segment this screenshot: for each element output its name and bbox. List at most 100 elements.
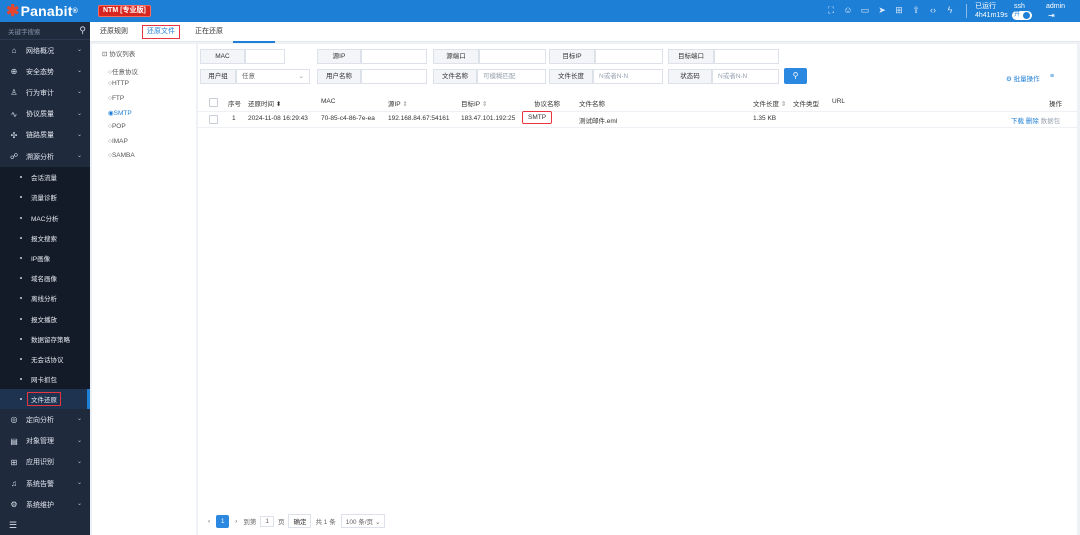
system-maintenance-icon: ⚙: [10, 500, 18, 510]
layout-icon[interactable]: ⊞: [894, 5, 904, 15]
behavior-audit-icon: ♙: [10, 88, 18, 98]
sidebar-subitem-5[interactable]: 域名画像: [0, 268, 90, 288]
sidebar-subitem-10[interactable]: 网卡抓包: [0, 369, 90, 389]
sidebar-subitem-4[interactable]: IP画像: [0, 248, 90, 268]
goto-confirm-button[interactable]: 确定: [288, 514, 312, 528]
sidebar-subitem-8[interactable]: 数据留存策略: [0, 329, 90, 349]
next-page-icon[interactable]: ›: [235, 518, 237, 525]
col-time[interactable]: 还原时间 ⬍: [248, 98, 281, 108]
col-src-ip[interactable]: 源IP ⇕: [388, 98, 408, 108]
protocol-item-任意协议[interactable]: ○任意协议: [108, 66, 138, 76]
sort-icon: ⇕: [402, 101, 408, 108]
upload-icon[interactable]: ⇪: [911, 5, 921, 15]
tab-restored-files[interactable]: 还原文件: [142, 25, 180, 39]
book-icon[interactable]: ▭: [860, 5, 870, 15]
page-size-select[interactable]: 100 条/页 ⌄: [340, 514, 386, 528]
sidebar-group-network-overview[interactable]: ⌂ 网络概况 ⌄: [0, 40, 90, 61]
protocol-item-pop[interactable]: ○POP: [108, 123, 126, 130]
src-ip-filter-input[interactable]: [361, 49, 427, 64]
sidebar-group-directional-analysis[interactable]: ◎ 定向分析 ⌄: [0, 409, 90, 430]
sidebar-group-system-alarm[interactable]: ♫ 系统告警 ⌄: [0, 473, 90, 494]
status-code-filter-label: 状态码: [668, 69, 712, 84]
user-name-filter-input[interactable]: [361, 69, 427, 84]
column-settings-icon[interactable]: ≡: [1050, 73, 1054, 80]
sidebar-group-system-maintenance[interactable]: ⚙ 系统维护 ⌄: [0, 494, 90, 515]
sidebar-subitem-11[interactable]: 文件还原: [0, 389, 90, 410]
sidebar: 关键字搜索 ⚲ ⌂ 网络概况 ⌄ ⊕ 安全态势 ⌄ ♙ 行为审计 ⌄ ∿ 协议质量 ⌄ ✣ 链路质量 ⌄ ☍ 溯…: [0, 22, 90, 535]
tab-restoring[interactable]: 正在还原: [195, 25, 223, 39]
dst-ip-filter-input[interactable]: [595, 49, 663, 64]
send-icon[interactable]: ➤: [877, 5, 887, 15]
app-recognition-icon: ⊞: [10, 457, 18, 467]
mac-filter-input[interactable]: [245, 49, 285, 64]
menu-collapse-icon[interactable]: ☰: [9, 520, 17, 531]
protocol-list-label: 协议列表: [109, 51, 136, 58]
file-length-filter-input[interactable]: N或者N-N: [593, 69, 663, 84]
sidebar-group-protocol-quality[interactable]: ∿ 协议质量 ⌄: [0, 104, 90, 125]
packet-link[interactable]: 数据包: [1041, 118, 1061, 125]
sidebar-subitem-label: 流量诊断: [31, 195, 57, 203]
page-number-current[interactable]: 1: [216, 514, 230, 528]
chat-icon[interactable]: ☺: [843, 5, 853, 15]
col-file-size[interactable]: 文件长度 ⇕: [753, 98, 786, 108]
ssh-label: ssh: [1014, 3, 1025, 10]
code-icon[interactable]: ‹›: [928, 5, 938, 15]
col-protocol: 协议名称: [534, 101, 560, 108]
download-link[interactable]: 下载: [1011, 118, 1024, 125]
row-checkbox[interactable]: [209, 115, 218, 124]
sidebar-subitem-9[interactable]: 无会话协议: [0, 349, 90, 369]
active-tab-indicator: [233, 41, 275, 43]
select-all-checkbox[interactable]: [209, 98, 218, 107]
search-icon[interactable]: ⚲: [79, 25, 86, 36]
delete-link[interactable]: 删除: [1026, 118, 1039, 125]
sidebar-group-security-situation[interactable]: ⊕ 安全态势 ⌄: [0, 61, 90, 82]
col-file-type: 文件类型: [793, 101, 819, 108]
status-code-filter-input[interactable]: N或者N-N: [712, 69, 779, 84]
src-port-filter-input[interactable]: [479, 49, 546, 64]
col-dst-ip[interactable]: 目标IP ⇕: [461, 98, 487, 108]
file-name-filter-label: 文件名称: [433, 69, 477, 84]
sidebar-subitem-0[interactable]: 会话流量: [0, 167, 90, 187]
table-row[interactable]: 1 2024-11-08 16:29:43 70-85-c4-86-7e-ea …: [198, 111, 1077, 128]
batch-ops-link[interactable]: ⚙ 批量操作: [1006, 73, 1040, 83]
sidebar-subitem-7[interactable]: 报文播放: [0, 308, 90, 328]
logout-icon[interactable]: ⇥: [1048, 11, 1055, 20]
goto-label: 到第: [243, 519, 257, 526]
sidebar-group-object-management[interactable]: ▤ 对象管理 ⌄: [0, 431, 90, 452]
protocol-item-samba[interactable]: ○SAMBA: [108, 152, 135, 159]
search-button[interactable]: ⚲: [784, 68, 807, 84]
protocol-item-http[interactable]: ○HTTP: [108, 80, 129, 87]
tab-restore-rules[interactable]: 还原规则: [100, 25, 128, 39]
fullscreen-icon[interactable]: ⛶: [826, 5, 836, 15]
sidebar-search[interactable]: 关键字搜索 ⚲: [0, 22, 90, 40]
protocol-item-smtp[interactable]: ◉SMTP: [108, 109, 132, 117]
cell-time: 2024-11-08 16:29:43: [248, 115, 308, 122]
user-group-select[interactable]: 任意 ⌄: [236, 69, 310, 84]
flash-icon[interactable]: ϟ: [945, 5, 955, 15]
sidebar-group-behavior-audit[interactable]: ♙ 行为审计 ⌄: [0, 82, 90, 103]
sidebar-subitem-label: 报文搜索: [31, 235, 57, 243]
chevron-down-icon: ⌄: [76, 416, 82, 423]
sidebar-group-traceback-analysis[interactable]: ☍ 溯源分析 ⌄: [0, 146, 90, 167]
ssh-toggle[interactable]: 开: [1012, 11, 1032, 20]
user-name[interactable]: admin: [1046, 2, 1065, 11]
sidebar-subitem-1[interactable]: 流量诊断: [0, 187, 90, 207]
file-name-filter-input[interactable]: 可模糊匹配: [477, 69, 546, 84]
protocol-item-label: POP: [111, 123, 126, 131]
sidebar-subitem-6[interactable]: 离线分析: [0, 288, 90, 308]
sidebar-group-label: 行为审计: [26, 89, 54, 97]
panabit-logo[interactable]: ✱ Panabit ®: [6, 1, 78, 21]
prev-page-icon[interactable]: ‹: [208, 518, 210, 525]
main-content: MAC 源IP 源端口 目标IP 目标端口 用户组 任意 ⌄ 用户名称 文件名称…: [198, 44, 1077, 535]
protocol-item-ftp[interactable]: ○FTP: [108, 95, 124, 102]
sidebar-group-link-quality[interactable]: ✣ 链路质量 ⌄: [0, 125, 90, 146]
dst-port-filter-input[interactable]: [714, 49, 779, 64]
sidebar-group-app-recognition[interactable]: ⊞ 应用识别 ⌄: [0, 452, 90, 473]
bullet-icon: [20, 216, 22, 219]
goto-page-input[interactable]: 1: [260, 515, 274, 527]
protocol-item-imap[interactable]: ○IMAP: [108, 138, 128, 145]
chevron-down-icon: ⌄: [76, 131, 82, 138]
sidebar-subitem-2[interactable]: MAC分析: [0, 208, 90, 228]
traceback-analysis-icon: ☍: [9, 152, 19, 162]
sidebar-subitem-3[interactable]: 报文搜索: [0, 228, 90, 248]
